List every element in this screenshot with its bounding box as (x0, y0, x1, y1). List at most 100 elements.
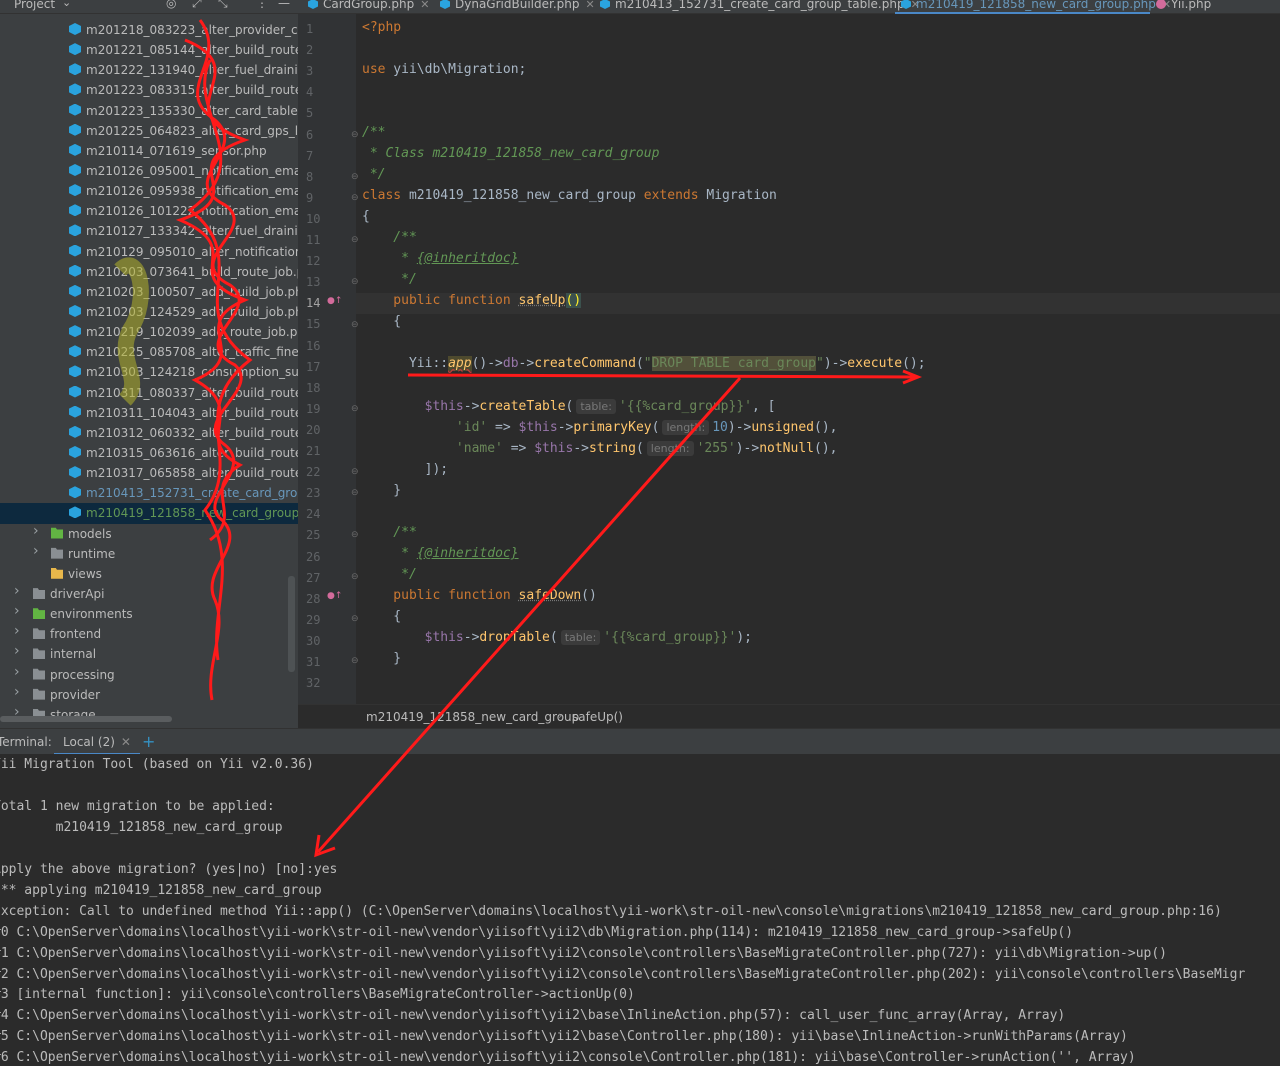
tree-item-file[interactable]: m210315_063616_alter_build_route_job.p (0, 443, 298, 463)
tab-new-card-group[interactable]: m210419_121858_new_card_group.php ✕ (901, 0, 1171, 11)
tree-item-label: m201218_083223_alter_provider_compa (86, 23, 298, 37)
tree-item-file[interactable]: m201218_083223_alter_provider_compa (0, 20, 298, 40)
tree-item-file[interactable]: m210312_060332_alter_build_route_stati (0, 423, 298, 443)
close-icon[interactable]: ✕ (585, 0, 594, 11)
options-icon[interactable]: ⋮ (256, 0, 268, 10)
fold-icon[interactable]: ⊖ (351, 530, 359, 540)
tree-item-folder[interactable]: › processing (0, 664, 298, 685)
breadcrumb-method[interactable]: safeUp() (572, 710, 623, 724)
fold-icon[interactable]: ⊖ (351, 320, 359, 330)
tree-item-file[interactable]: m210127_133342_alter_fuel_draining_tal (0, 221, 298, 241)
tree-item-file[interactable]: m210317_065858_alter_build_route_stati (0, 463, 298, 483)
php-file-icon (69, 486, 81, 499)
tree-item-file[interactable]: m210311_104043_alter_build_route_stati (0, 403, 298, 423)
folder-icon (51, 547, 63, 559)
add-terminal-button[interactable]: + (142, 732, 155, 751)
chevron-right-icon[interactable]: › (14, 643, 20, 659)
expand-icon[interactable]: ⤢ (192, 0, 202, 11)
tree-item-label: m210126_095938_notification_email_car (86, 184, 298, 199)
php-file-icon (69, 244, 81, 257)
override-icon[interactable]: ●↑ (327, 591, 342, 601)
tab-create-card-group-table[interactable]: m210413_152731_create_card_group_table.p… (600, 0, 920, 11)
line-number: 10 (306, 211, 321, 226)
close-icon[interactable]: ✕ (121, 735, 131, 749)
tree-item-file[interactable]: m210203_073641_build_route_job.php (0, 262, 298, 282)
tab-terminal-local[interactable]: Local (2) ✕ (54, 729, 140, 755)
line-number: 32 (306, 676, 321, 691)
chevron-right-icon[interactable]: › (14, 603, 20, 619)
code-line-30: $this->dropTable(table: '{{%card_group}}'… (424, 630, 752, 645)
terminal-output[interactable]: Yii Migration Tool (based on Yii v2.0.36… (0, 754, 1280, 1066)
breadcrumb-class[interactable]: m210419_121858_new_card_group (366, 710, 579, 724)
tree-item-folder[interactable]: › frontend (0, 623, 298, 644)
project-title[interactable]: Project (14, 0, 55, 11)
tree-item-file[interactable]: m210114_071619_sensor.php (0, 141, 298, 161)
horizontal-scrollbar[interactable] (0, 716, 172, 722)
php-file-icon (69, 143, 81, 156)
override-icon[interactable]: ●↑ (327, 296, 342, 306)
chevron-right-icon[interactable]: › (14, 684, 20, 700)
fold-icon[interactable]: ⊖ (351, 467, 359, 477)
tree-item-file[interactable]: m210311_080337_alter_build_route_job.p (0, 383, 298, 403)
fold-icon[interactable]: ⊖ (351, 404, 359, 414)
tree-item-folder[interactable]: › runtime (0, 543, 298, 564)
chevron-right-icon[interactable]: › (33, 543, 39, 559)
target-icon[interactable]: ◎ (166, 0, 176, 10)
chevron-right-icon[interactable]: › (14, 623, 20, 639)
collapse-icon[interactable]: ⤡ (218, 0, 228, 11)
param-hint: length: (646, 441, 694, 456)
chevron-right-icon[interactable]: › (14, 664, 20, 680)
php-file-icon (69, 385, 81, 398)
tree-item-file[interactable]: m210225_085708_alter_traffic_fines.php (0, 342, 298, 362)
fold-icon[interactable]: ⊖ (351, 172, 359, 182)
tree-item-label: processing (50, 667, 115, 682)
tree-item-file[interactable]: m210219_102039_add_route_job.php (0, 322, 298, 342)
tree-item-file[interactable]: m210126_095001_notification_email_tab (0, 161, 298, 181)
tree-item-folder[interactable]: › internal (0, 643, 298, 664)
code-line-29: { (362, 609, 402, 624)
php-file-icon (69, 325, 81, 338)
chevron-right-icon[interactable]: › (33, 523, 39, 539)
code-line-12: * {@inheritdoc} (362, 251, 519, 266)
chevron-down-icon[interactable]: ⌄ (62, 0, 71, 9)
tree-item-file[interactable]: m210126_101222_notification_email_his (0, 201, 298, 221)
tab-yii[interactable]: Yii.php (1156, 0, 1211, 11)
tree-item-folder[interactable]: › driverApi (0, 583, 298, 604)
fold-icon[interactable]: ⊖ (351, 572, 359, 582)
tree-item-file[interactable]: m201223_135330_alter_card_table.php (0, 101, 298, 121)
fold-icon[interactable]: ⊖ (351, 130, 359, 140)
fold-icon[interactable]: ⊖ (351, 488, 359, 498)
tree-item-folder[interactable]: › models (0, 523, 298, 544)
tree-item-file[interactable]: m210203_100507_add_build_job.php (0, 282, 298, 302)
php-file-icon (69, 184, 81, 197)
tree-item-label: m201222_131940_alter_fuel_draining.p (86, 63, 298, 78)
vertical-scrollbar[interactable] (288, 576, 295, 672)
line-number: 18 (306, 380, 321, 395)
tree-item-folder[interactable]: › provider (0, 684, 298, 705)
tree-item-file[interactable]: m210203_124529_add_build_job.php (0, 302, 298, 322)
tree-item-folder[interactable]: › environments (0, 603, 298, 624)
tree-item-file[interactable]: m210126_095938_notification_email_car (0, 181, 298, 201)
tree-item-file[interactable]: m201221_085144_alter_build_route.php (0, 40, 298, 60)
tab-dynagridbuilder[interactable]: DynaGridBuilder.php ✕ (440, 0, 595, 11)
tree-item-file[interactable]: m210419_121858_new_card_group.php (0, 503, 298, 524)
tree-item-file[interactable]: m201223_083315_alter_build_route.php (0, 80, 298, 100)
fold-icon[interactable]: ⊖ (351, 614, 359, 624)
close-icon[interactable]: ✕ (420, 0, 429, 11)
tree-item-label: m210311_080337_alter_build_route_job.p (86, 385, 298, 400)
code-line-1: <?php (362, 20, 402, 35)
folder-icon (33, 688, 45, 700)
tree-item-file[interactable]: m210303_124218_consumption_sums.php (0, 362, 298, 382)
tree-item-file[interactable]: m201222_131940_alter_fuel_draining.p (0, 60, 298, 80)
fold-icon[interactable]: ⊖ (351, 193, 359, 203)
fold-icon[interactable]: ⊖ (351, 235, 359, 245)
fold-icon[interactable]: ⊖ (351, 656, 359, 666)
tab-cardgroup[interactable]: CardGroup.php ✕ (308, 0, 429, 11)
tree-item-folder[interactable]: views (0, 564, 298, 584)
tree-item-file[interactable]: m210413_152731_create_card_group_tal (0, 483, 298, 503)
tree-item-file[interactable]: m210129_095010_alter_notification_ema (0, 242, 298, 262)
tree-item-file[interactable]: m201225_064823_alter_card_gps_locatic (0, 121, 298, 141)
chevron-right-icon[interactable]: › (14, 583, 20, 599)
hide-icon[interactable]: — (278, 0, 290, 10)
fold-icon[interactable]: ⊖ (351, 277, 359, 287)
